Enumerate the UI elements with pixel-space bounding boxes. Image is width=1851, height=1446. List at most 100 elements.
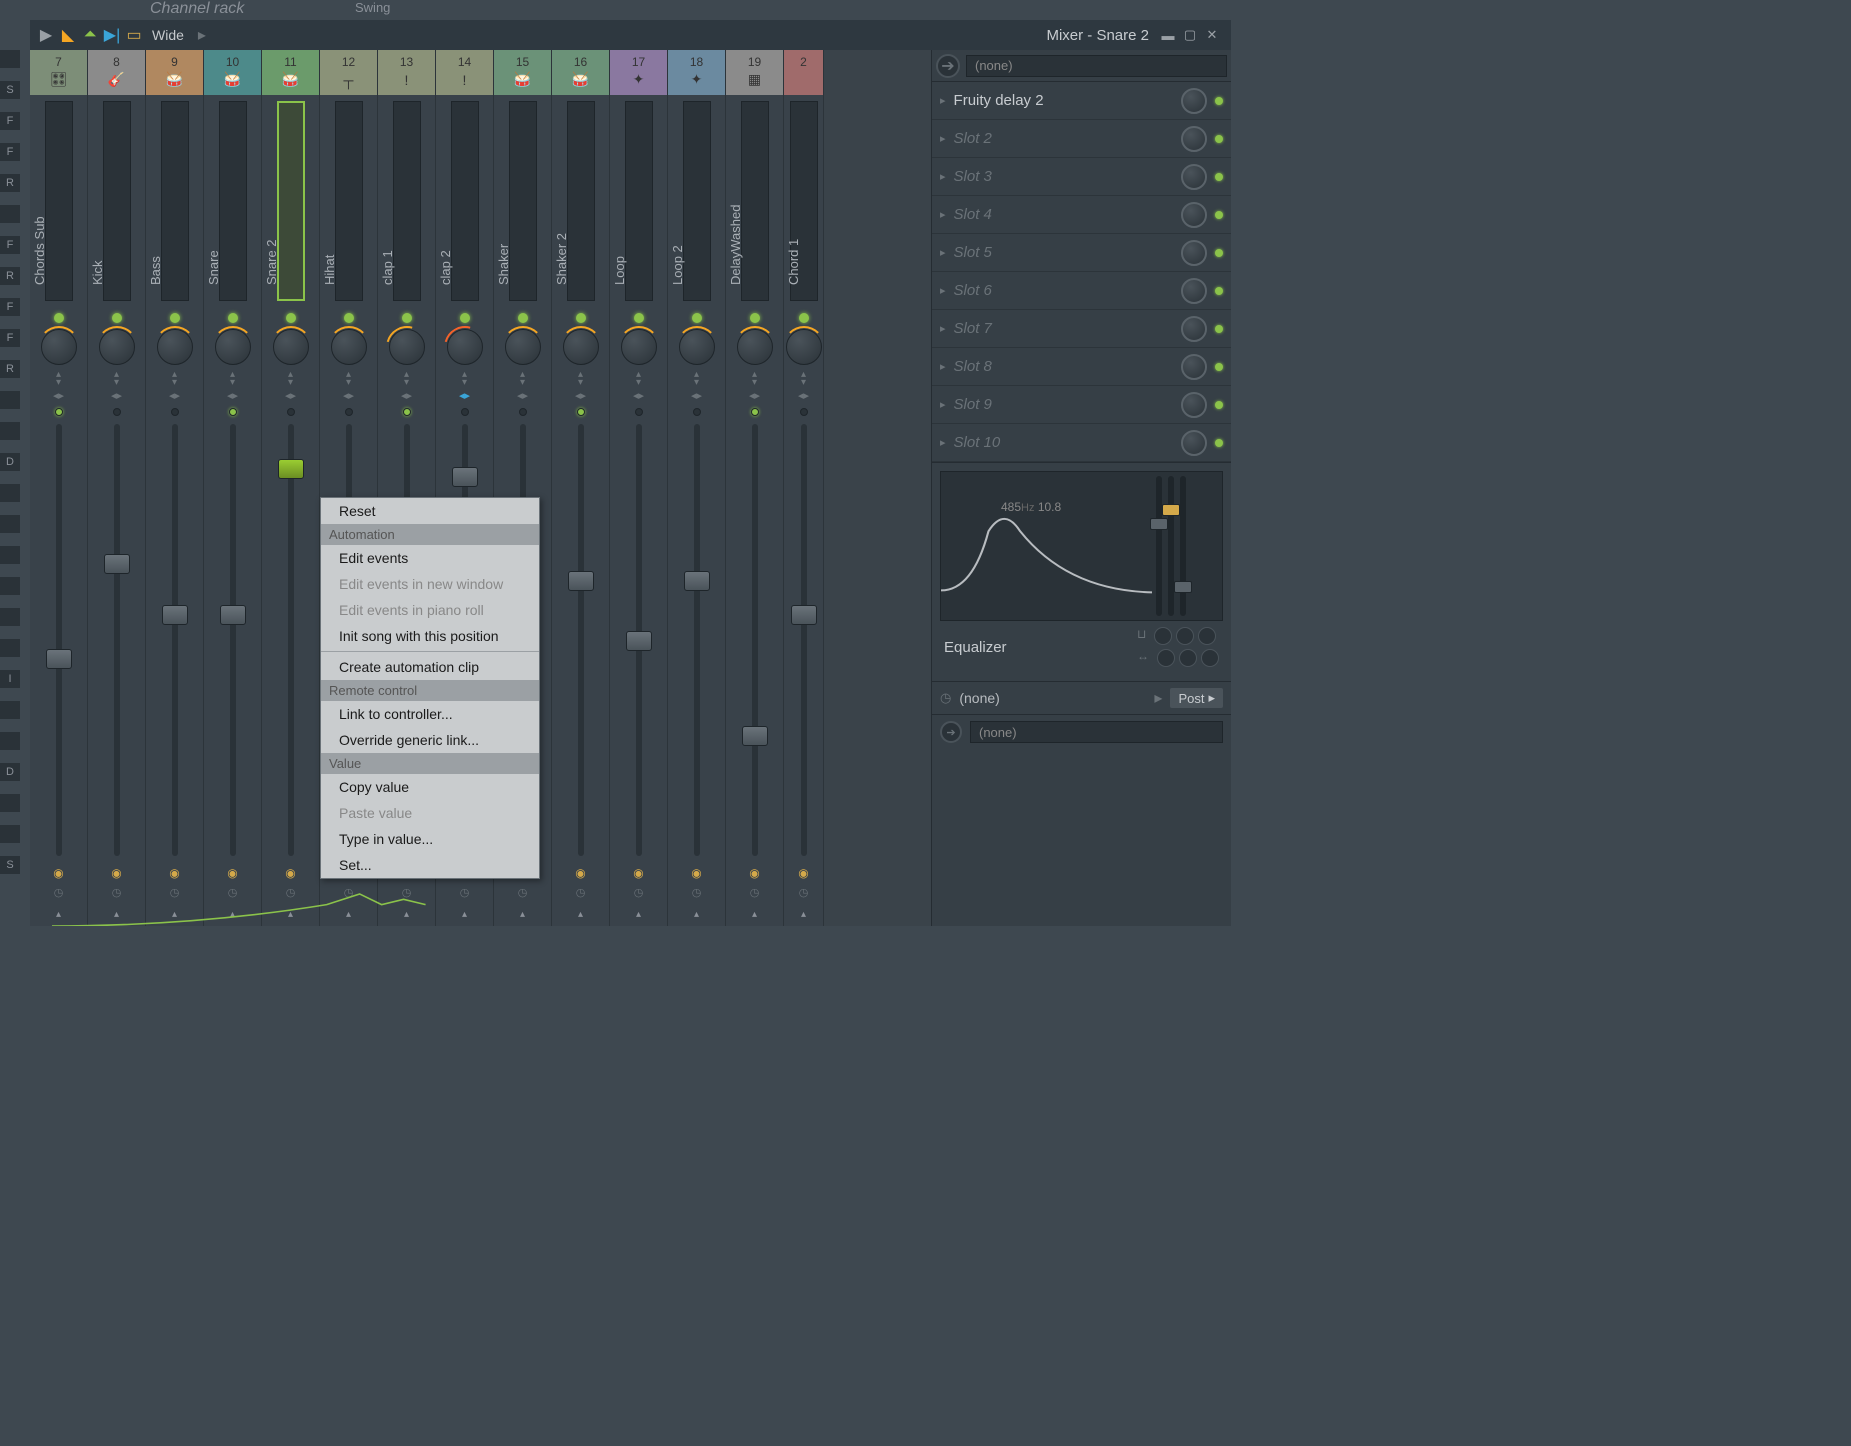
track-header[interactable]: 7 🎛 <box>30 50 87 95</box>
mute-led[interactable] <box>518 313 528 323</box>
volume-fader[interactable] <box>578 424 584 856</box>
mute-led[interactable] <box>286 313 296 323</box>
clock-icon[interactable]: ◷ <box>170 886 180 899</box>
bulb-icon[interactable]: ◉ <box>691 866 701 880</box>
send-arrow-icon[interactable]: ▴ <box>636 909 641 920</box>
fx-send-dot[interactable] <box>693 408 701 416</box>
clock-icon[interactable]: ◷ <box>799 886 809 899</box>
stereo-control[interactable]: ▴▾ ◂▸ <box>343 371 354 402</box>
stereo-control[interactable]: ▴▾ ◂▸ <box>401 371 412 402</box>
pan-knob[interactable] <box>41 329 77 365</box>
pan-knob[interactable] <box>389 329 425 365</box>
volume-fader[interactable] <box>801 424 807 856</box>
clock-icon[interactable]: ◷ <box>576 886 586 899</box>
stereo-control[interactable]: ▴▾ ◂▸ <box>111 371 122 402</box>
fx-enable-led[interactable] <box>1215 439 1223 447</box>
eq-knob[interactable] <box>1201 649 1219 667</box>
fx-send-dot[interactable] <box>345 408 353 416</box>
volume-fader[interactable] <box>752 424 758 856</box>
minimize-button[interactable]: ▬ <box>1159 26 1177 44</box>
track-10[interactable]: 10 🥁 Snare ▴▾ ◂▸ ◉ ◷ ▴ <box>204 50 262 926</box>
input-arrow-icon[interactable]: ➔ <box>936 54 960 78</box>
send-arrow-icon[interactable]: ▴ <box>801 909 806 920</box>
track-header[interactable]: 16 🥁 <box>552 50 609 95</box>
fx-mix-knob[interactable] <box>1181 278 1207 304</box>
stereo-control[interactable]: ▴▾ ◂▸ <box>749 371 760 402</box>
fx-send-dot[interactable] <box>229 408 237 416</box>
eq-knob[interactable] <box>1176 627 1194 645</box>
fx-enable-led[interactable] <box>1215 211 1223 219</box>
pan-knob[interactable] <box>505 329 541 365</box>
volume-fader[interactable] <box>172 424 178 856</box>
clock-icon[interactable]: ◷ <box>460 886 470 899</box>
mute-led[interactable] <box>692 313 702 323</box>
stereo-control[interactable]: ▴▾ ◂▸ <box>517 371 528 402</box>
send-arrow-icon[interactable]: ▴ <box>56 909 61 920</box>
clock-icon[interactable]: ◷ <box>750 886 760 899</box>
clock-icon[interactable]: ◷ <box>286 886 296 899</box>
clock-icon[interactable]: ◷ <box>344 886 354 899</box>
tree-icon[interactable]: ⏶ <box>82 27 98 43</box>
clock-icon[interactable]: ◷ <box>634 886 644 899</box>
track-7[interactable]: 7 🎛 Chords Sub ▴▾ ◂▸ ◉ ◷ ▴ <box>30 50 88 926</box>
track-19[interactable]: 19 ▦ DelayWashed ▴▾ ◂▸ ◉ ◷ ▴ <box>726 50 784 926</box>
track-header[interactable]: 15 🥁 <box>494 50 551 95</box>
eq-knob[interactable] <box>1179 649 1197 667</box>
view-mode-label[interactable]: Wide <box>152 27 184 43</box>
output-dropdown[interactable]: (none) <box>970 721 1223 743</box>
bulb-icon[interactable]: ◉ <box>227 866 237 880</box>
track-header[interactable]: 9 🥁 <box>146 50 203 95</box>
send-arrow-icon[interactable]: ▴ <box>578 909 583 920</box>
pan-knob[interactable] <box>99 329 135 365</box>
send-arrow-icon[interactable]: ▴ <box>288 909 293 920</box>
track-16[interactable]: 16 🥁 Shaker 2 ▴▾ ◂▸ ◉ ◷ ▴ <box>552 50 610 926</box>
track-header[interactable]: 8 🎸 <box>88 50 145 95</box>
chevron-right-icon[interactable]: ▸ <box>1154 688 1162 708</box>
bulb-icon[interactable]: ◉ <box>111 866 121 880</box>
fx-mix-knob[interactable] <box>1181 88 1207 114</box>
fx-send-dot[interactable] <box>113 408 121 416</box>
mute-led[interactable] <box>576 313 586 323</box>
fx-enable-led[interactable] <box>1215 249 1223 257</box>
fx-send-dot[interactable] <box>577 408 585 416</box>
ctx-edit-events[interactable]: Edit events <box>321 545 539 571</box>
clock-icon[interactable]: ◷ <box>112 886 122 899</box>
fx-mix-knob[interactable] <box>1181 316 1207 342</box>
volume-fader[interactable] <box>636 424 642 856</box>
mute-led[interactable] <box>460 313 470 323</box>
view-icon[interactable]: ▭ <box>126 27 142 43</box>
fx-enable-led[interactable] <box>1215 401 1223 409</box>
send-arrow-icon[interactable]: ▴ <box>404 909 409 920</box>
volume-fader[interactable] <box>694 424 700 856</box>
fx-send-dot[interactable] <box>287 408 295 416</box>
fx-mix-knob[interactable] <box>1181 240 1207 266</box>
clock-icon[interactable]: ◷ <box>54 886 64 899</box>
track-header[interactable]: 12 ┬ <box>320 50 377 95</box>
fx-enable-led[interactable] <box>1215 287 1223 295</box>
pan-knob[interactable] <box>621 329 657 365</box>
output-arrow-icon[interactable]: ➔ <box>940 721 962 743</box>
fx-mix-knob[interactable] <box>1181 354 1207 380</box>
send-arrow-icon[interactable]: ▴ <box>346 909 351 920</box>
wave-icon[interactable]: ◣ <box>60 27 76 43</box>
ctx-reset[interactable]: Reset <box>321 498 539 524</box>
stereo-control[interactable]: ▴▾ ◂▸ <box>169 371 180 402</box>
post-button[interactable]: Post▸ <box>1170 688 1223 708</box>
track-11[interactable]: 11 🥁 Snare 2 ▴▾ ◂▸ ◉ ◷ ▴ <box>262 50 320 926</box>
fx-send-dot[interactable] <box>55 408 63 416</box>
fx-send-dot[interactable] <box>403 408 411 416</box>
fx-send-dot[interactable] <box>751 408 759 416</box>
view-arrow-icon[interactable]: ▸ <box>198 25 206 45</box>
fx-slot-9[interactable]: ▸ Slot 9 <box>932 386 1231 424</box>
eq-display[interactable]: 485Hz 10.8 <box>940 471 1223 621</box>
play-icon[interactable]: ▶ <box>38 27 54 43</box>
mute-led[interactable] <box>634 313 644 323</box>
fx-slot-7[interactable]: ▸ Slot 7 <box>932 310 1231 348</box>
stereo-control[interactable]: ▴▾ ◂▸ <box>53 371 64 402</box>
send-arrow-icon[interactable]: ▴ <box>752 909 757 920</box>
send-arrow-icon[interactable]: ▴ <box>114 909 119 920</box>
fx-enable-led[interactable] <box>1215 173 1223 181</box>
fx-mix-knob[interactable] <box>1181 430 1207 456</box>
ctx-set[interactable]: Set... <box>321 852 539 878</box>
pan-knob[interactable] <box>737 329 773 365</box>
